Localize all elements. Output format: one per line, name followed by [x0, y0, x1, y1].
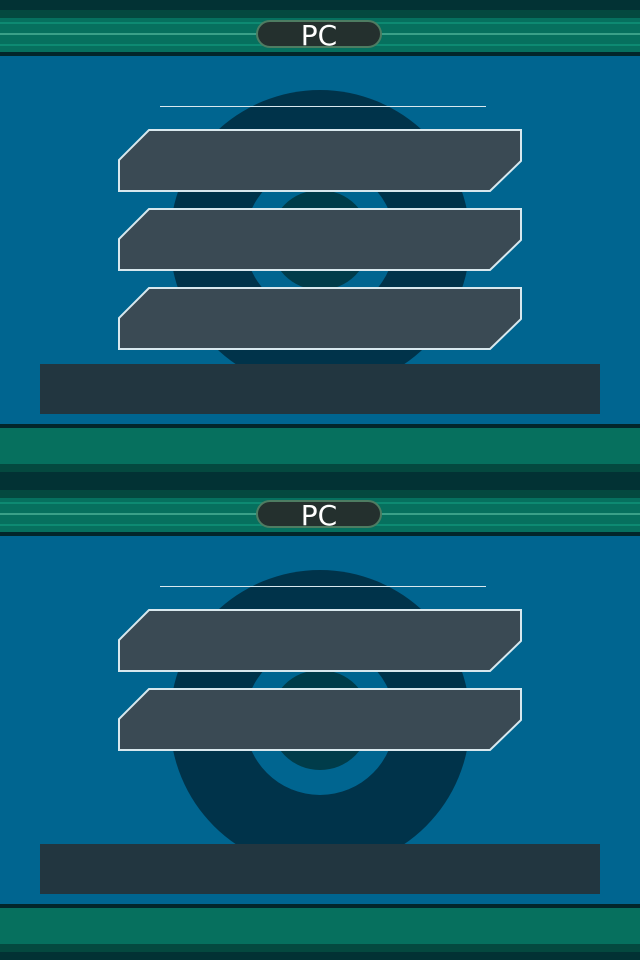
pc-option-1[interactable] [118, 129, 522, 193]
pc-option-3[interactable] [118, 287, 522, 351]
option-label [118, 287, 522, 351]
message-box [40, 844, 600, 894]
pc-option-2[interactable] [118, 208, 522, 272]
message-box [40, 364, 600, 414]
screen-title: PC [256, 20, 382, 50]
footer-bar [0, 904, 640, 960]
bottom-screen: PC [0, 480, 640, 960]
pc-option-2[interactable] [118, 688, 522, 752]
top-screen: PC [0, 0, 640, 480]
footer-bar [0, 424, 640, 480]
pc-option-1[interactable] [118, 609, 522, 673]
option-label [118, 688, 522, 752]
option-label [118, 609, 522, 673]
option-label [118, 129, 522, 193]
option-label [118, 208, 522, 272]
header-bar: PC [0, 0, 640, 56]
header-bar: PC [0, 480, 640, 536]
screen-title: PC [256, 500, 382, 530]
